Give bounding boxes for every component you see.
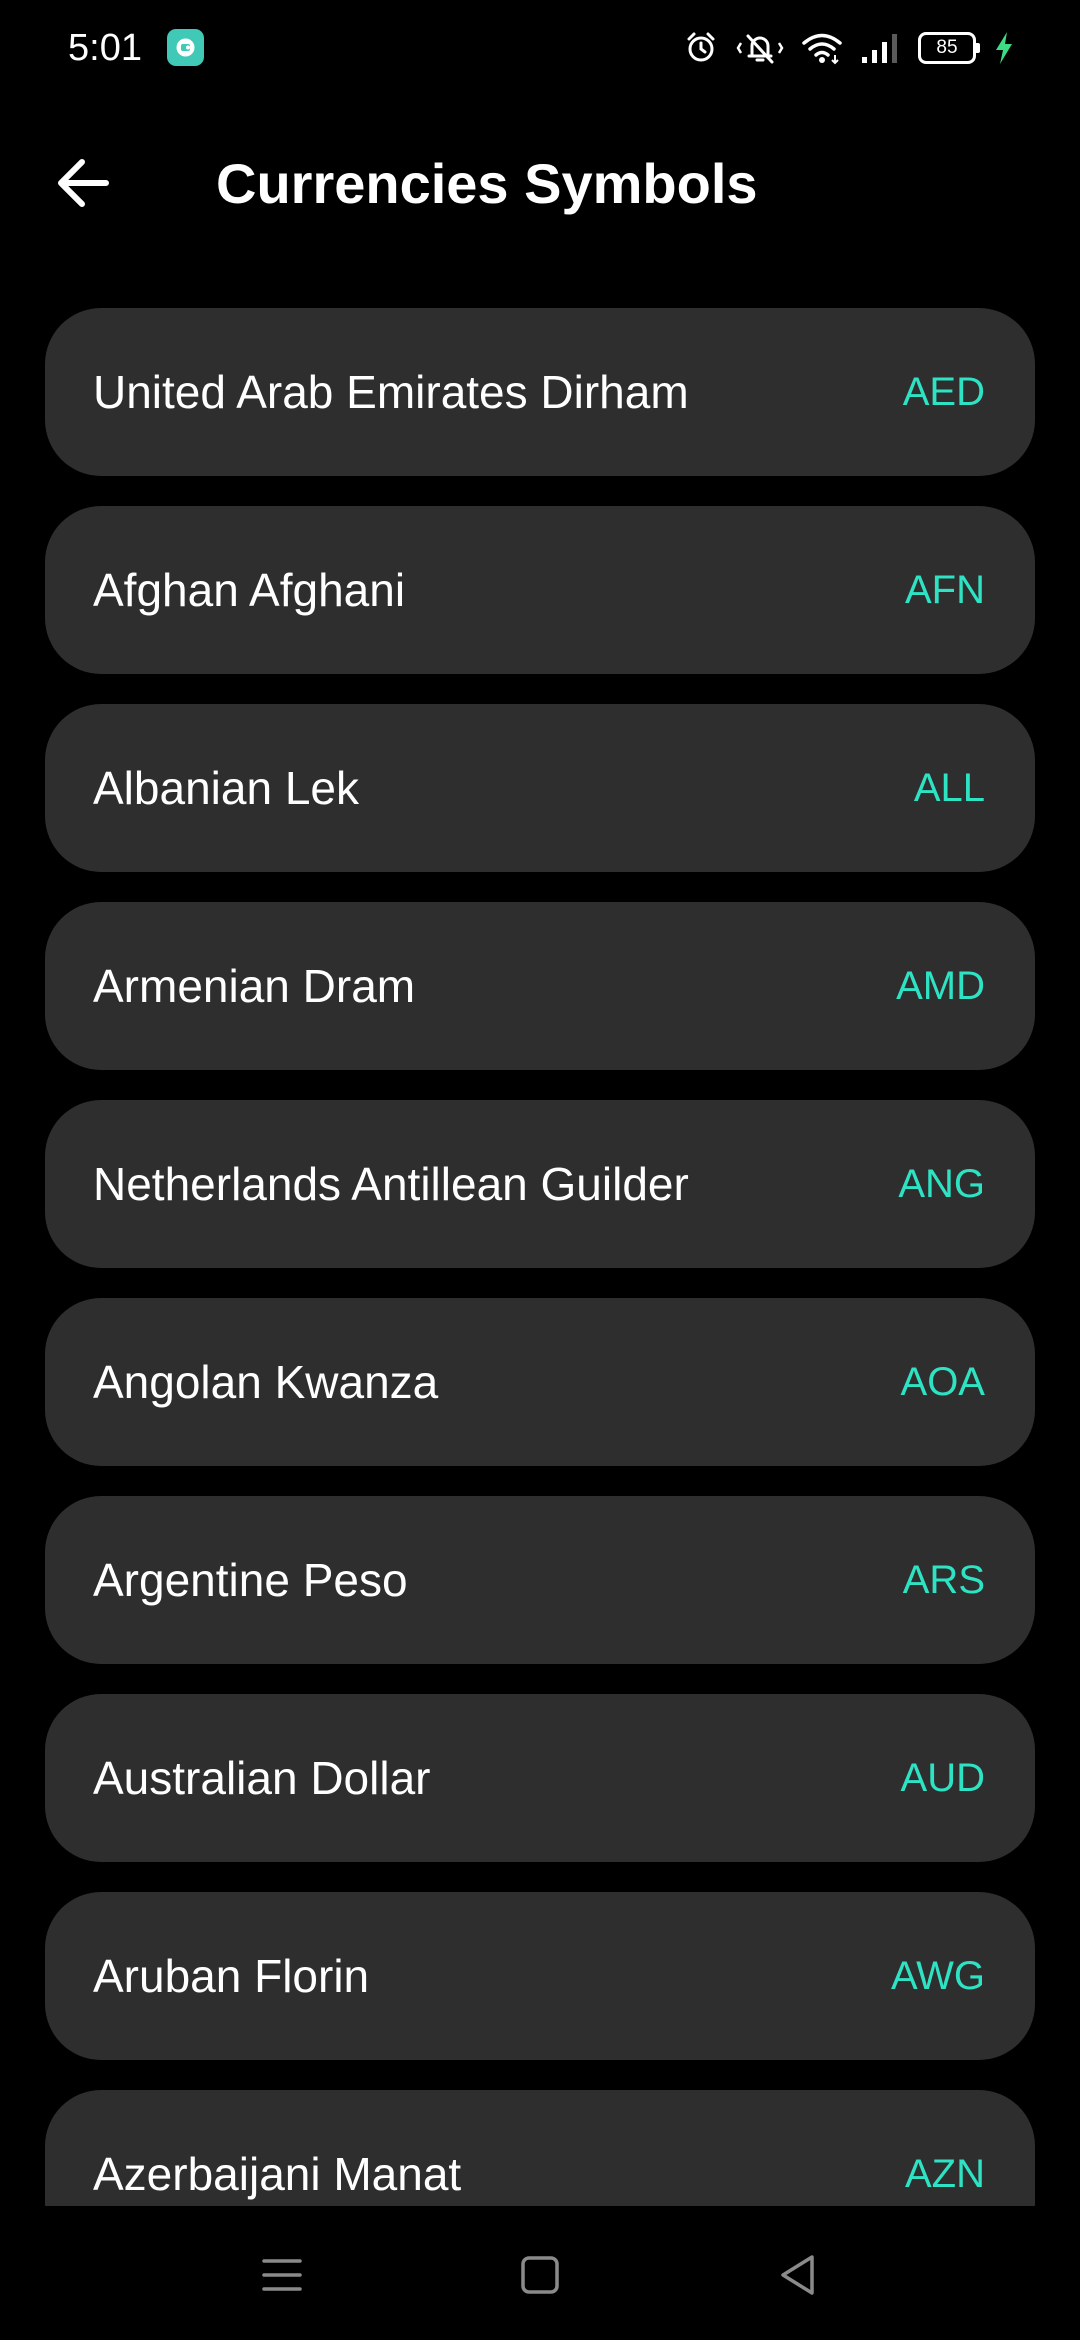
list-item[interactable]: Angolan Kwanza AOA — [45, 1298, 1035, 1466]
currency-name: Albanian Lek — [93, 762, 359, 814]
currency-code: AMD — [896, 964, 985, 1008]
battery-icon: 85 — [918, 32, 980, 64]
vibrate-icon — [736, 31, 784, 65]
list-item[interactable]: Argentine Peso ARS — [45, 1496, 1035, 1664]
status-time: 5:01 — [68, 27, 142, 69]
arrow-left-icon — [58, 159, 109, 207]
currency-name: Aruban Florin — [93, 1950, 370, 2002]
list-item[interactable]: Afghan Afghani AFN — [45, 506, 1035, 674]
home-button[interactable] — [505, 2240, 575, 2310]
list-item[interactable]: Australian Dollar AUD — [45, 1694, 1035, 1862]
list-item[interactable]: Netherlands Antillean Guilder ANG — [45, 1100, 1035, 1268]
list-item[interactable]: Armenian Dram AMD — [45, 902, 1035, 1070]
app-notification-icon — [167, 29, 204, 66]
navigation-bar — [0, 2206, 1080, 2340]
back-triangle-icon — [781, 2255, 814, 2295]
status-icons: 85 — [684, 28, 1014, 68]
currency-code: AOA — [900, 1360, 985, 1404]
charging-icon — [994, 31, 1014, 65]
currency-name: Azerbaijani Manat — [93, 2148, 462, 2200]
list-item[interactable]: Aruban Florin AWG — [45, 1892, 1035, 2060]
currency-name: Australian Dollar — [93, 1752, 431, 1804]
currency-name: United Arab Emirates Dirham — [93, 366, 689, 418]
status-bar: 5:01 85 — [0, 0, 1080, 96]
currency-name: Netherlands Antillean Guilder — [93, 1158, 689, 1210]
currency-name: Afghan Afghani — [93, 564, 406, 616]
currency-code: ANG — [898, 1162, 985, 1206]
battery-level: 85 — [936, 37, 958, 58]
system-back-button[interactable] — [763, 2240, 833, 2310]
currency-code: ARS — [902, 1558, 985, 1602]
page-title: Currencies Symbols — [216, 152, 758, 215]
currency-code: AED — [902, 370, 985, 414]
currency-name: Argentine Peso — [93, 1554, 408, 1606]
currency-code: AWG — [890, 1954, 985, 1998]
currency-code: AUD — [900, 1756, 985, 1800]
alarm-icon — [684, 31, 718, 65]
home-icon — [521, 2256, 559, 2294]
list-item[interactable]: Albanian Lek ALL — [45, 704, 1035, 872]
menu-icon — [262, 2259, 302, 2291]
back-button[interactable] — [44, 143, 124, 223]
currency-list[interactable]: United Arab Emirates Dirham AED Afghan A… — [0, 308, 1080, 2206]
list-item[interactable]: United Arab Emirates Dirham AED — [45, 308, 1035, 476]
signal-icon — [860, 31, 900, 65]
currency-name: Angolan Kwanza — [93, 1356, 439, 1408]
currency-name: Armenian Dram — [93, 960, 416, 1012]
currency-code: AZN — [905, 2152, 985, 2196]
header: Currencies Symbols — [0, 110, 1080, 250]
wifi-icon — [802, 31, 842, 65]
menu-button[interactable] — [247, 2240, 317, 2310]
currency-code: ALL — [913, 766, 985, 810]
list-item[interactable]: Azerbaijani Manat AZN — [45, 2090, 1035, 2206]
currency-code: AFN — [905, 568, 985, 612]
